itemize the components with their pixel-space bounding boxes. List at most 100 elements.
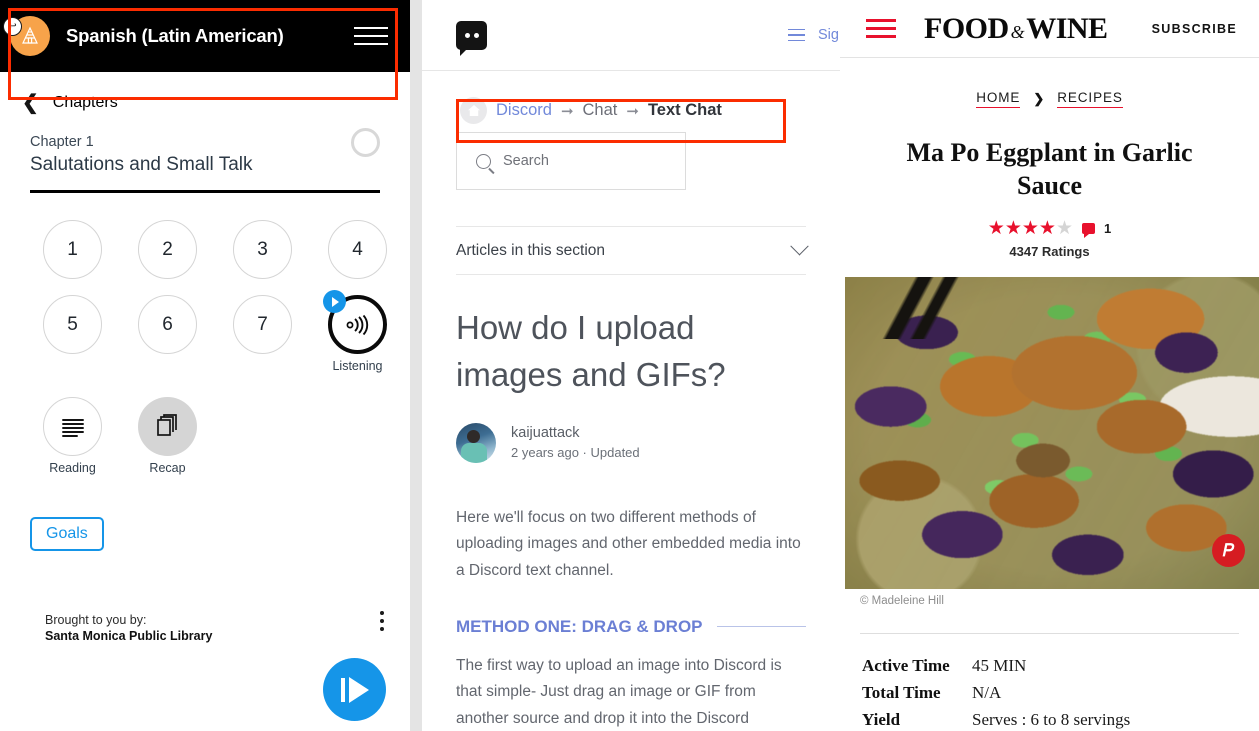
lesson-item[interactable]: 5 <box>25 295 120 373</box>
star-icon: ★ <box>1038 218 1056 240</box>
play-icon[interactable] <box>323 290 346 313</box>
breadcrumb-item-home[interactable]: HOME <box>976 90 1021 108</box>
heading-rule <box>716 625 806 628</box>
discord-logo-icon[interactable] <box>456 20 487 56</box>
author-meta: 2 years ago · Updated <box>511 445 640 461</box>
sound-wave-icon <box>346 314 368 335</box>
listening-item[interactable]: Listening <box>310 290 405 373</box>
spec-value: 45 MIN <box>972 656 1027 676</box>
spec-row: Active Time 45 MIN <box>862 656 1259 676</box>
lesson-grid: 1 2 3 4 5 6 7 Listening <box>0 193 410 373</box>
lesson-circle[interactable]: 1 <box>43 220 102 279</box>
foodwine-logo[interactable]: FOOD & WINE <box>924 12 1108 46</box>
star-icon: ★ <box>1055 218 1073 240</box>
chapter-summary: Chapter 1 Salutations and Small Talk <box>0 116 410 176</box>
lesson-item[interactable]: 6 <box>120 295 215 373</box>
spec-row: Total Time N/A <box>862 683 1259 703</box>
recap-circle[interactable] <box>138 397 197 456</box>
recipe-title: Ma Po Eggplant in Garlic Sauce <box>906 138 1193 201</box>
skip-play-icon[interactable] <box>323 658 386 721</box>
chapter-name: Salutations and Small Talk <box>30 154 253 175</box>
arrow-right-icon: ➞ <box>560 102 574 120</box>
mode-reading[interactable]: Reading <box>25 397 120 475</box>
articles-section-label: Articles in this section <box>456 241 606 259</box>
copy-pages-icon <box>156 413 177 436</box>
discord-header-actions: Sign in <box>788 27 840 43</box>
breadcrumb: HOME ❯ RECIPES <box>840 90 1259 108</box>
lesson-item[interactable]: 3 <box>215 220 310 279</box>
signin-link[interactable]: Sign in <box>818 27 840 43</box>
lesson-circle[interactable]: 7 <box>233 295 292 354</box>
user-avatar <box>456 422 496 463</box>
back-arrow-icon[interactable]: ↩ <box>3 17 22 36</box>
listening-circle[interactable] <box>323 290 387 354</box>
spec-value: N/A <box>972 683 1002 703</box>
spec-label: Total Time <box>862 683 941 703</box>
breadcrumb-item-chat[interactable]: Chat <box>583 101 618 120</box>
sponsor-label: Brought to you by: <box>45 613 147 627</box>
hamburger-menu-icon[interactable] <box>788 28 805 42</box>
article-title: How do I upload images and GIFs? <box>456 309 726 393</box>
breadcrumb: Discord ➞ Chat ➞ Text Chat <box>422 71 840 124</box>
comment-count: 1 <box>1104 221 1112 237</box>
listening-label: Listening <box>332 359 383 373</box>
hamburger-menu-icon[interactable] <box>866 19 896 39</box>
breadcrumb-item-recipes[interactable]: RECIPES <box>1057 90 1123 108</box>
chapters-back-link[interactable]: ❮ Chapters <box>0 90 410 116</box>
lesson-item[interactable]: 7 <box>215 295 310 373</box>
spec-label: Active Time <box>862 656 950 676</box>
breadcrumb-item-text-chat: Text Chat <box>647 101 722 119</box>
course-title: Spanish (Latin American) <box>66 25 284 46</box>
lesson-circle[interactable]: 6 <box>138 295 197 354</box>
logo-wine: WINE <box>1026 11 1108 45</box>
chevron-left-icon: ❮ <box>22 92 39 114</box>
sponsor-name: Santa Monica Public Library <box>45 629 213 643</box>
spec-label: Yield <box>862 710 901 730</box>
more-vertical-icon[interactable] <box>380 611 384 635</box>
chopsticks-layer <box>845 277 995 340</box>
lesson-circle[interactable]: 5 <box>43 295 102 354</box>
lines-text-icon <box>61 418 84 437</box>
chevron-down-icon[interactable] <box>790 237 809 256</box>
lesson-circle[interactable]: 4 <box>328 220 387 279</box>
sponsor-block: Brought to you by: Santa Monica Public L… <box>45 613 212 643</box>
reading-circle[interactable] <box>43 397 102 456</box>
method-heading: METHOD ONE: DRAG & DROP <box>456 617 806 637</box>
chapter-progress-ring <box>351 128 380 157</box>
lesson-item[interactable]: 1 <box>25 220 120 279</box>
search-input[interactable]: Search <box>456 132 686 190</box>
pinterest-icon[interactable]: 𝑃 <box>1212 534 1245 568</box>
breadcrumb-item-discord[interactable]: Discord <box>496 101 552 120</box>
discord-help-panel: Sign in Discord ➞ Chat ➞ Text Chat Searc… <box>422 0 840 731</box>
lesson-item[interactable]: 4 <box>310 220 405 279</box>
star-icon: ★ <box>987 218 1005 240</box>
lesson-circle[interactable]: 3 <box>233 220 292 279</box>
mode-row: Reading Recap <box>0 373 410 475</box>
mode-recap[interactable]: Recap <box>120 397 215 475</box>
arrow-right-icon: ➞ <box>626 102 639 120</box>
articles-in-section-toggle[interactable]: Articles in this section <box>456 226 809 275</box>
chapters-label: Chapters <box>52 94 118 111</box>
goals-button[interactable]: Goals <box>30 517 104 551</box>
divider <box>860 633 1239 635</box>
photo-credit: © Madeleine Hill <box>860 595 944 608</box>
star-rating[interactable]: ★★★★★ <box>988 219 1073 238</box>
lesson-item[interactable]: 2 <box>120 220 215 279</box>
subscribe-button[interactable]: SUBSCRIBE <box>1152 22 1237 36</box>
author-name[interactable]: kaijuattack <box>511 425 640 441</box>
ratings-count: 4347 Ratings <box>1009 244 1090 260</box>
reading-label: Reading <box>49 461 96 475</box>
article-paragraph: Here we'll focus on two different method… <box>456 508 801 580</box>
hamburger-menu-icon[interactable] <box>354 25 388 47</box>
search-icon <box>476 153 491 169</box>
spec-row: Yield Serves : 6 to 8 servings <box>862 710 1259 730</box>
chapter-progress-bar <box>30 190 380 193</box>
comment-icon[interactable] <box>1082 223 1095 239</box>
star-icon: ★ <box>1004 218 1022 240</box>
lesson-circle[interactable]: 2 <box>138 220 197 279</box>
discord-header: Sign in <box>422 0 840 71</box>
home-icon[interactable] <box>460 97 487 124</box>
method-heading-text: METHOD ONE: DRAG & DROP <box>456 616 703 636</box>
pimsleur-panel: ↩ Spanish (Latin American) ❮ Chapters Ch… <box>0 0 410 731</box>
chapter-number: Chapter 1 <box>30 134 94 150</box>
